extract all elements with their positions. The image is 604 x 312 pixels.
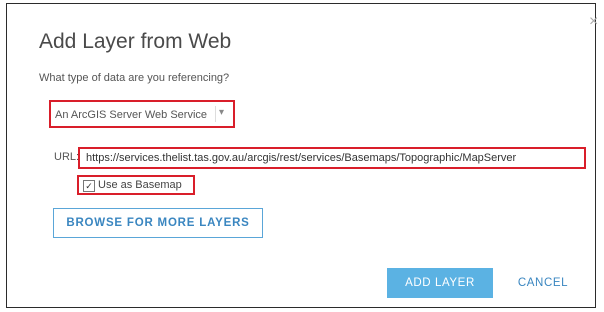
add-layer-button[interactable]: ADD LAYER [387,268,493,298]
url-label: URL: [54,151,80,163]
add-layer-dialog: × Add Layer from Web What type of data a… [6,3,598,308]
use-as-basemap-option[interactable]: ✓ Use as Basemap [77,175,195,195]
dialog-title: Add Layer from Web [39,30,232,53]
browse-more-layers-button[interactable]: BROWSE FOR MORE LAYERS [53,208,263,238]
url-input[interactable] [78,147,586,169]
chevron-down-icon[interactable]: ▾ [219,107,224,118]
use-as-basemap-checkbox[interactable]: ✓ [83,180,95,192]
close-icon[interactable]: × [589,14,598,30]
data-type-select[interactable]: An ArcGIS Server Web Service ▾ [49,100,235,128]
data-type-selected-value: An ArcGIS Server Web Service [55,109,208,121]
use-as-basemap-label[interactable]: Use as Basemap [98,179,182,191]
select-divider [215,106,216,122]
cancel-button[interactable]: CANCEL [509,268,577,298]
data-type-question: What type of data are you referencing? [39,72,230,84]
